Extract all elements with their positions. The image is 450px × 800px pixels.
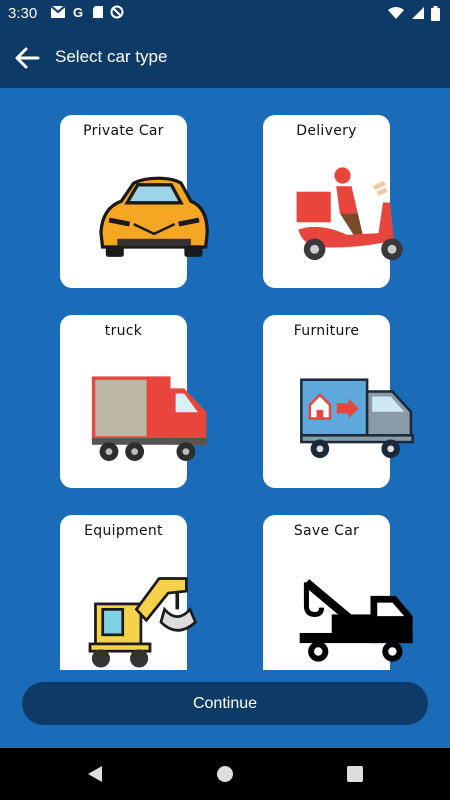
card-label: Save Car xyxy=(293,523,360,539)
nav-recents-icon[interactable] xyxy=(346,764,364,784)
car-type-card-delivery[interactable]: Delivery xyxy=(263,115,403,288)
battery-icon xyxy=(431,6,440,21)
continue-button[interactable]: Continue xyxy=(22,682,428,725)
car-type-grid: Private Car Delivery truck Furniture Equ… xyxy=(0,88,450,670)
app-bar: Select car type xyxy=(0,28,450,88)
card-label: Private Car xyxy=(83,123,164,139)
svg-text:G: G xyxy=(73,5,83,19)
nav-home-icon[interactable] xyxy=(216,764,234,784)
sports-car-icon xyxy=(99,176,209,257)
car-type-card-save-car[interactable]: Save Car xyxy=(263,515,413,670)
status-bar: 3:30 G xyxy=(0,0,450,28)
car-type-card-furniture[interactable]: Furniture xyxy=(263,315,414,488)
gmail-icon xyxy=(50,5,66,18)
car-type-card-truck[interactable]: truck xyxy=(60,315,207,488)
system-nav-bar xyxy=(0,748,450,800)
sd-card-icon xyxy=(93,6,103,18)
card-label: Equipment xyxy=(84,523,163,539)
no-data-icon xyxy=(110,5,124,19)
excavator-icon xyxy=(88,577,198,668)
page-title: Select car type xyxy=(55,47,168,66)
card-label: Furniture xyxy=(293,323,360,339)
moving-truck-icon xyxy=(300,378,414,459)
card-label: truck xyxy=(104,323,143,339)
car-type-card-equipment[interactable]: Equipment xyxy=(60,515,198,670)
car-type-card-private-car[interactable]: Private Car xyxy=(60,115,209,288)
delivery-scooter-icon xyxy=(296,167,403,261)
nav-back-icon[interactable] xyxy=(86,764,104,784)
back-arrow-icon[interactable] xyxy=(12,44,42,72)
google-icon: G xyxy=(73,5,83,19)
wifi-icon xyxy=(388,7,404,19)
status-time: 3:30 xyxy=(8,5,38,22)
tow-truck-icon xyxy=(299,579,413,662)
truck-icon xyxy=(91,376,207,462)
signal-icon xyxy=(412,7,424,19)
card-label: Delivery xyxy=(296,123,357,139)
